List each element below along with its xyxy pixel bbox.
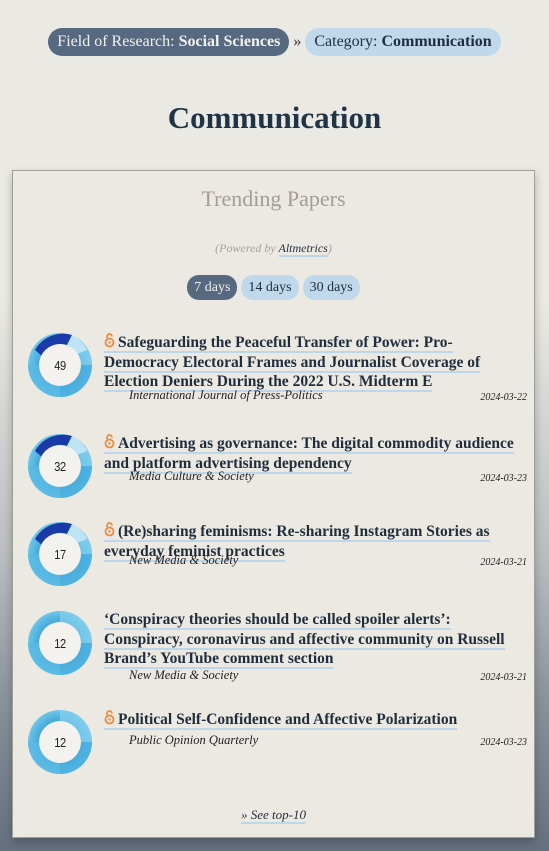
altmetric-score: 49: [54, 357, 66, 373]
tab-7-days[interactable]: 7 days: [187, 275, 238, 300]
open-access-icon: [104, 433, 115, 449]
breadcrumb-field-label: Field of Research:: [57, 33, 179, 50]
breadcrumb-category-value: Communication: [381, 33, 492, 50]
powered-by: (Powered by Altmetrics): [13, 241, 534, 257]
paper-journal: New Media & Society: [129, 553, 239, 567]
open-access-icon: [104, 709, 115, 725]
trending-title: Trending Papers: [201, 186, 346, 211]
page-title: Communication: [167, 100, 382, 135]
breadcrumb-category[interactable]: Category: Communication: [305, 28, 501, 56]
breadcrumb-field[interactable]: Field of Research: Social Sciences: [48, 28, 290, 56]
altmetric-score: 17: [54, 546, 66, 562]
altmetric-score: 12: [54, 734, 66, 750]
altmetrics-link[interactable]: Altmetrics: [278, 241, 328, 257]
paper-date: 2024-03-22: [480, 392, 527, 403]
paper-title-text: Political Self-Confidence and Affective …: [118, 711, 458, 728]
period-tabs: 7 days 14 days 30 days: [13, 275, 534, 300]
altmetric-badge[interactable]: 12: [27, 709, 93, 775]
paper-title-link[interactable]: ‘Conspiracy theories should be called sp…: [104, 611, 505, 669]
altmetric-score: 32: [54, 458, 66, 474]
altmetric-badge[interactable]: 12: [27, 610, 93, 676]
paper-date: 2024-03-23: [480, 473, 527, 484]
paper-title-text: Safeguarding the Peaceful Transfer of Po…: [104, 334, 481, 390]
see-top-10: » See top-10: [13, 807, 534, 824]
breadcrumb-separator: »: [293, 33, 302, 50]
open-access-icon: [104, 521, 115, 537]
paper-journal: Media Culture & Society: [129, 469, 254, 483]
paper-title-link[interactable]: Advertising as governance: The digital c…: [104, 433, 514, 474]
altmetric-badge[interactable]: 17: [27, 521, 93, 587]
breadcrumb-category-label: Category:: [314, 33, 382, 50]
paper-title-link[interactable]: Safeguarding the Peaceful Transfer of Po…: [104, 332, 481, 392]
breadcrumb-field-value: Social Sciences: [178, 33, 281, 50]
paper-title-text: ‘Conspiracy theories should be called sp…: [104, 611, 505, 667]
paper-date: 2024-03-21: [480, 557, 527, 568]
paper-journal: Public Opinion Quarterly: [129, 733, 259, 747]
paper-title-link[interactable]: Political Self-Confidence and Affective …: [104, 709, 458, 730]
paper-title-text: Advertising as governance: The digital c…: [104, 435, 514, 472]
paper-date: 2024-03-21: [480, 672, 527, 683]
powered-suffix: ): [327, 241, 332, 255]
altmetric-badge[interactable]: 32: [27, 433, 93, 499]
powered-prefix: (Powered by: [215, 241, 279, 255]
paper-date: 2024-03-23: [480, 737, 527, 748]
see-top-10-link[interactable]: » See top-10: [241, 807, 306, 824]
tab-30-days[interactable]: 30 days: [302, 275, 360, 300]
trending-papers-card: Trending Papers (Powered by Altmetrics) …: [12, 170, 535, 838]
tab-14-days[interactable]: 14 days: [241, 275, 299, 300]
altmetric-score: 12: [54, 635, 66, 651]
paper-title: Political Self-Confidence and Affective …: [104, 709, 524, 730]
open-access-icon: [104, 332, 115, 348]
paper-title: Safeguarding the Peaceful Transfer of Po…: [104, 332, 524, 392]
paper-title: Advertising as governance: The digital c…: [104, 433, 524, 474]
paper-journal: New Media & Society: [129, 668, 239, 682]
paper-journal: International Journal of Press-Politics: [129, 388, 323, 402]
altmetric-badge[interactable]: 49: [27, 332, 93, 398]
breadcrumb: Field of Research: Social Sciences » Cat…: [0, 28, 549, 56]
paper-title: ‘Conspiracy theories should be called sp…: [104, 610, 524, 669]
